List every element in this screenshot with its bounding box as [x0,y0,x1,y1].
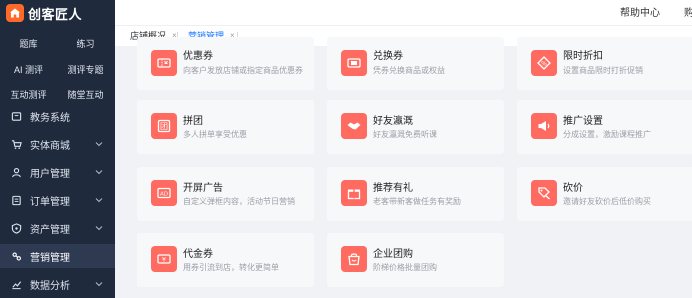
card-desc: 阶梯价格批量团购 [373,263,437,272]
card-splash-ad[interactable]: AD 开屏广告 自定义弹框内容，活动节日营销 [137,167,314,221]
corporate-buy-icon [341,246,367,272]
shortcut-row: 题库 练习 [0,36,115,52]
shortcut-item[interactable]: AI 测评 [0,62,57,78]
gift-icon [341,180,367,206]
sidebar-item-analytics[interactable]: 数据分析 [0,272,115,296]
sidebar: 创客匠人 题库 练习 AI 测评 测评专题 互动测评 随堂互动 教务系统 实体商… [0,0,115,298]
bargain-icon [531,180,557,206]
chevron-down-icon [95,142,103,147]
shield-icon [10,222,22,234]
sidebar-item-label: 教务系统 [30,112,70,124]
sidebar-item-label: 用户管理 [30,168,70,180]
card-desc: 用券引流到店，转化更简单 [183,263,279,272]
shortcut-item[interactable]: 测评专题 [57,62,114,78]
shortcut-row: AI 测评 测评专题 [0,62,115,78]
cart-icon [10,138,22,150]
card-title: 好友瀛溉 [373,116,413,127]
card-desc: 好友瀛溉免费听课 [373,130,437,139]
sidebar-item-label: 资产管理 [30,224,70,236]
svg-text:%: % [541,61,547,68]
voucher-icon [341,50,367,76]
book-icon [10,110,22,122]
chevron-down-icon [95,170,103,175]
card-title: 兑换券 [373,51,403,62]
svg-text:团: 团 [160,122,168,131]
discount-icon: % [531,50,557,76]
shortcut-item[interactable]: 互动测评 [0,87,57,103]
card-desc: 凭券兑换商品或权益 [373,66,445,75]
card-cash-coupon[interactable]: ¥ 代金券 用券引流到店，转化更简单 [137,233,314,287]
help-center-link[interactable]: 帮助中心 [620,4,660,19]
chevron-down-icon [95,282,103,287]
card-desc: 分成设置，激励课程推广 [563,130,651,139]
card-title: 企业团购 [373,249,413,260]
sidebar-item-assets[interactable]: 资产管理 [0,216,115,240]
order-icon [10,194,22,206]
card-group-buy[interactable]: 团 拼团 多人拼单享受优惠 [137,100,314,154]
sidebar-item-label: 营销管理 [30,252,70,264]
card-desc: 邀请好友砍价后低价购买 [563,197,651,206]
home-icon [6,4,24,22]
app-name: 创客匠人 [28,6,83,22]
card-coupon[interactable]: 优惠券 向客户发放店铺或指定商品优惠券 [137,37,314,90]
svg-text:¥: ¥ [162,256,166,264]
card-desc: 设置商品限时打折促销 [563,66,643,75]
card-bargain[interactable]: 砍价 邀请好友砍价后低价购买 [517,167,692,221]
card-desc: 自定义弹框内容，活动节日营销 [183,197,295,206]
card-title: 砍价 [563,183,583,194]
sidebar-item-teaching[interactable]: 教务系统 [0,104,115,128]
shortcut-item[interactable]: 练习 [57,36,114,52]
chart-icon [10,278,22,290]
app-logo[interactable]: 创客匠人 [6,2,82,24]
sidebar-item-orders[interactable]: 订单管理 [0,188,115,212]
marketing-icon [10,250,22,262]
card-desc: 向客户发放店铺或指定商品优惠券 [183,66,303,75]
sidebar-item-store[interactable]: 实体商城 [0,132,115,156]
sidebar-item-label: 实体商城 [30,140,70,152]
card-referral-gift[interactable]: 推荐有礼 老客带新客做任务有奖励 [327,167,504,221]
user-icon [10,166,22,178]
chevron-down-icon [95,198,103,203]
sidebar-item-users[interactable]: 用户管理 [0,160,115,184]
coupon-icon [151,50,177,76]
svg-text:AD: AD [160,192,168,198]
cash-coupon-icon: ¥ [151,246,177,272]
megaphone-icon [531,113,557,139]
sidebar-item-marketing[interactable]: 营销管理 [0,244,115,268]
card-title: 推荐有礼 [373,183,413,194]
top-bar: 帮助中心 购 [115,0,692,25]
card-title: 限时折扣 [563,51,603,62]
card-title: 代金券 [183,249,213,260]
card-desc: 多人拼单享受优惠 [183,130,247,139]
group-buy-icon: 团 [151,113,177,139]
shortcut-item[interactable]: 随堂互动 [57,87,114,103]
card-friend-share[interactable]: 好友瀛溉 好友瀛溉免费听课 [327,100,504,154]
card-promotion-settings[interactable]: 推广设置 分成设置，激励课程推广 [517,100,692,154]
card-title: 推广设置 [563,116,603,127]
chevron-down-icon [95,226,103,231]
handshake-icon [341,113,367,139]
shortcut-row: 互动测评 随堂互动 [0,87,115,103]
card-corporate-buy[interactable]: 企业团购 阶梯价格批量团购 [327,233,504,287]
card-title: 拼团 [183,116,203,127]
shortcut-item[interactable]: 题库 [0,36,57,52]
ad-icon: AD [151,180,177,206]
card-voucher[interactable]: 兑换券 凭券兑换商品或权益 [327,37,504,90]
card-desc: 老客带新客做任务有奖励 [373,197,461,206]
card-flash-discount[interactable]: % 限时折扣 设置商品限时打折促销 [517,37,692,90]
card-title: 优惠券 [183,51,213,62]
card-title: 开屏广告 [183,183,223,194]
purchase-link[interactable]: 购 [684,4,692,19]
sidebar-item-label: 订单管理 [30,196,70,208]
sidebar-item-label: 数据分析 [30,280,70,292]
